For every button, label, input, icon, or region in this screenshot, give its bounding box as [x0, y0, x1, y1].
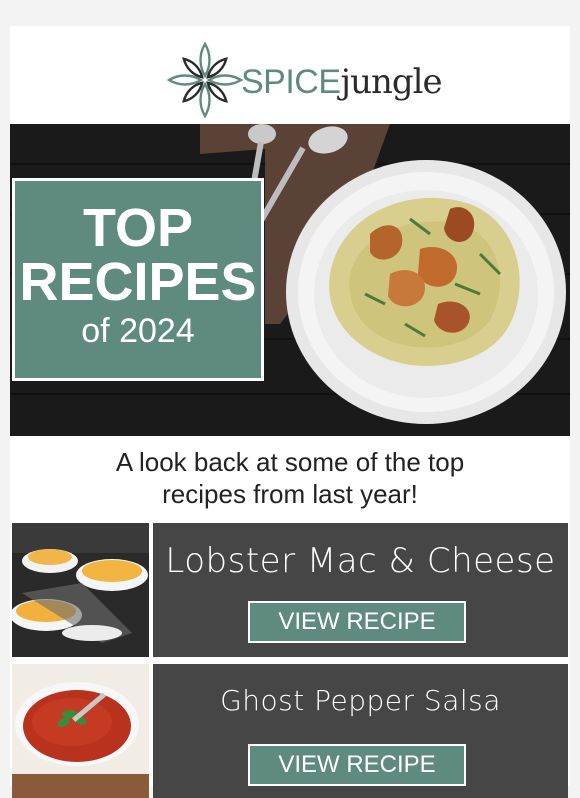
hero-title-box: TOP RECIPES of 2024: [12, 178, 264, 381]
email-card: SPICEjungle TOP RECIPES of 2024 A look b…: [10, 26, 570, 798]
intro-line-1: A look back at some of the top: [115, 447, 465, 477]
brand-logo[interactable]: SPICEjungle: [165, 40, 443, 120]
recipe-panel: Ghost Pepper Salsa VIEW RECIPE: [153, 664, 568, 798]
red-salsa-bowl-photo[interactable]: [12, 664, 149, 798]
leaf-burst-icon: [166, 41, 244, 119]
recipe-title: Ghost Pepper Salsa: [220, 684, 501, 717]
hero-title-recipes: RECIPES: [19, 252, 257, 312]
recipe-title: Lobster Mac & Cheese: [165, 541, 556, 581]
brand-name-jungle: jungle: [340, 62, 443, 102]
recipe-card: Ghost Pepper Salsa VIEW RECIPE: [12, 664, 568, 798]
view-recipe-button[interactable]: VIEW RECIPE: [248, 744, 466, 786]
hero-subtitle-year: of 2024: [81, 312, 195, 350]
brand-name: SPICEjungle: [241, 62, 443, 102]
recipe-panel: Lobster Mac & Cheese VIEW RECIPE: [153, 523, 568, 657]
mac-and-cheese-bowls-photo[interactable]: [12, 523, 149, 657]
view-recipe-button[interactable]: VIEW RECIPE: [248, 601, 466, 643]
recipe-card: Lobster Mac & Cheese VIEW RECIPE: [12, 523, 568, 657]
intro-text: A look back at some of the top recipes f…: [10, 446, 570, 510]
intro-line-2: recipes from last year!: [162, 479, 418, 509]
hero-title-top: TOP: [82, 198, 194, 258]
brand-name-spice: SPICE: [241, 63, 341, 101]
hero-banner[interactable]: TOP RECIPES of 2024: [10, 124, 570, 436]
